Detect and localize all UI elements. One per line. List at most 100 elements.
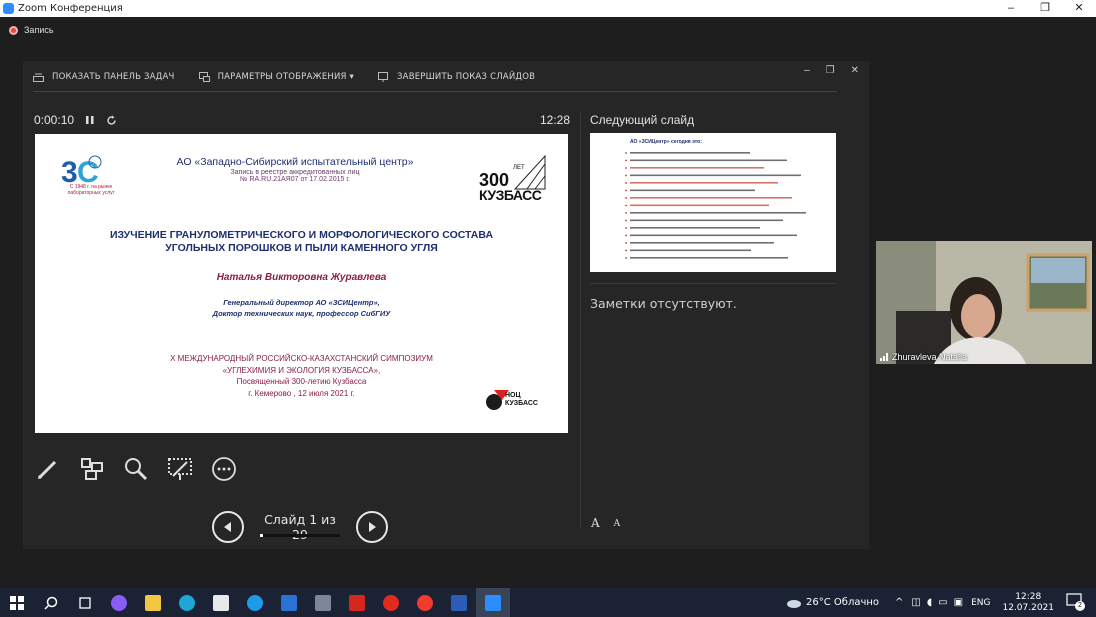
- next-slide-button[interactable]: [356, 511, 388, 543]
- next-arrow-icon: [369, 522, 376, 532]
- acrobat-icon: [349, 594, 365, 611]
- taskbar-word[interactable]: [442, 588, 476, 617]
- slide-org-block: АО «Западно-Сибирский испытательный цент…: [145, 156, 445, 183]
- next-slide-text-line: [630, 152, 750, 154]
- taskbar-app-1[interactable]: [102, 588, 136, 617]
- taskbar-zoom[interactable]: [476, 588, 510, 617]
- presenter-view: ПОКАЗАТЬ ПАНЕЛЬ ЗАДАЧ ПАРАМЕТРЫ ОТОБРАЖЕ…: [23, 61, 869, 549]
- recording-label: Запись: [24, 25, 54, 35]
- recording-indicator[interactable]: Запись: [9, 25, 54, 35]
- zoom-magnifier-icon[interactable]: [123, 456, 149, 482]
- more-options-icon[interactable]: [211, 456, 237, 482]
- window-controls: – ❐ ✕: [994, 0, 1096, 17]
- notification-count: 2: [1075, 600, 1085, 611]
- panel-divider: [580, 111, 581, 529]
- presenter-toolbar: ПОКАЗАТЬ ПАНЕЛЬ ЗАДАЧ ПАРАМЕТРЫ ОТОБРАЖЕ…: [33, 69, 535, 85]
- presenter-restore-button[interactable]: ❐: [826, 65, 835, 76]
- notifications-button[interactable]: 2: [1066, 592, 1090, 613]
- slide-counter: Слайд 1 из 29: [258, 512, 342, 542]
- next-slide-bullet: [625, 249, 627, 252]
- clock-area[interactable]: 12:28 12.07.2021: [1002, 592, 1054, 614]
- presenter-close-button[interactable]: ✕: [851, 65, 859, 76]
- current-clock: 12:28: [540, 113, 571, 127]
- show-taskbar-label: ПОКАЗАТЬ ПАНЕЛЬ ЗАДАЧ: [52, 72, 175, 82]
- decrease-font-button[interactable]: A: [614, 519, 621, 530]
- outlook-icon: [281, 594, 297, 611]
- taskbar-outlook[interactable]: [272, 588, 306, 617]
- next-slide-bullet: [625, 174, 627, 177]
- zsic-caption-line2: лабораторных услуг: [67, 190, 115, 196]
- show-taskbar-button[interactable]: ПОКАЗАТЬ ПАНЕЛЬ ЗАДАЧ: [33, 72, 175, 82]
- taskbar-acrobat[interactable]: [340, 588, 374, 617]
- taskbar-yandex[interactable]: [374, 588, 408, 617]
- tray-chevron-icon[interactable]: ^: [895, 597, 903, 608]
- windows-taskbar: 26°C Облачно ^ ◫ ◖ ▭ ▣ ENG 12:28 12.07.2…: [0, 588, 1096, 617]
- task-view-button[interactable]: [68, 588, 102, 617]
- next-slide-bullet: [625, 182, 627, 184]
- prev-arrow-icon: [224, 522, 231, 532]
- close-button[interactable]: ✕: [1062, 0, 1096, 17]
- presenter-minimize-button[interactable]: –: [804, 65, 810, 76]
- store-icon: [213, 594, 229, 611]
- end-slideshow-button[interactable]: ЗАВЕРШИТЬ ПОКАЗ СЛАЙДОВ: [378, 72, 535, 82]
- minimize-button[interactable]: –: [994, 0, 1028, 17]
- display-icon[interactable]: ▣: [954, 597, 963, 608]
- weather-text[interactable]: 26°C Облачно: [806, 597, 879, 608]
- windows-icon: [10, 595, 24, 610]
- next-slide-bullet: [625, 167, 627, 169]
- current-slide[interactable]: 3 C С 1948 г. на рынке лабораторных услу…: [35, 134, 568, 433]
- participant-video[interactable]: Zhuravleva Natalia: [876, 241, 1092, 364]
- next-slide-text-line: [630, 204, 769, 207]
- taskbar-app-2[interactable]: [306, 588, 340, 617]
- slide-symposium-line4: г. Кемерово , 12 июля 2021 г.: [248, 388, 355, 398]
- yandex-browser-icon: [417, 594, 433, 611]
- next-slide-text-line: [630, 257, 788, 259]
- see-all-slides-icon[interactable]: [79, 456, 105, 482]
- display-settings-label: ПАРАМЕТРЫ ОТОБРАЖЕНИЯ ▾: [217, 72, 355, 82]
- maximize-button[interactable]: ❐: [1028, 0, 1062, 17]
- pause-icon[interactable]: [86, 115, 94, 125]
- slide-position-line2: Доктор технических наук, профессор СибГИ…: [212, 309, 391, 318]
- taskbar-file-explorer[interactable]: [136, 588, 170, 617]
- previous-slide-button[interactable]: [212, 511, 244, 543]
- volume-icon[interactable]: ◖: [927, 597, 932, 608]
- kuzbass-300-logo: [513, 154, 546, 190]
- start-button[interactable]: [0, 588, 34, 617]
- display-settings-button[interactable]: ПАРАМЕТРЫ ОТОБРАЖЕНИЯ ▾: [198, 72, 355, 82]
- increase-font-button[interactable]: A: [591, 516, 600, 530]
- next-slide-text-line: [630, 242, 774, 244]
- taskbar-skype[interactable]: [238, 588, 272, 617]
- next-slide-bullet: [625, 234, 627, 237]
- battery-icon[interactable]: ▭: [938, 597, 947, 608]
- network-icon[interactable]: ◫: [911, 597, 920, 608]
- window-titlebar: Zoom Конференция – ❐ ✕: [0, 0, 1096, 17]
- participant-video-frame: [876, 241, 1092, 364]
- taskbar-store[interactable]: [204, 588, 238, 617]
- elapsed-time: 0:00:10: [34, 113, 75, 127]
- zoom-app-icon: [3, 3, 14, 14]
- notes-divider: [590, 283, 836, 284]
- taskbar-yandex-browser[interactable]: [408, 588, 442, 617]
- end-slideshow-label: ЗАВЕРШИТЬ ПОКАЗ СЛАЙДОВ: [397, 72, 536, 82]
- next-slide-text-line: [630, 197, 792, 199]
- next-slide-bullet: [625, 152, 627, 154]
- taskbar-apps: [0, 588, 510, 617]
- slide-position: Генеральный директор АО «ЗСИЦентр», Докт…: [35, 297, 568, 319]
- slide-progress-bar: [260, 534, 340, 537]
- next-slide-preview[interactable]: АО «ЗСИЦентр» сегодня это:: [590, 133, 836, 272]
- slide-title-line1: ИЗУЧЕНИЕ ГРАНУЛОМЕТРИЧЕСКОГО И МОРФОЛОГИ…: [109, 229, 494, 241]
- restart-timer-icon[interactable]: [106, 115, 117, 126]
- next-slide-text-line: [630, 167, 764, 169]
- search-button[interactable]: [34, 588, 68, 617]
- logo-300-sup: ЛЕТ: [513, 165, 525, 171]
- black-screen-icon[interactable]: [167, 456, 193, 482]
- participant-name: Zhuravleva Natalia: [892, 352, 968, 362]
- presenter-window-controls: – ❐ ✕: [804, 65, 859, 76]
- taskbar-edge[interactable]: [170, 588, 204, 617]
- next-slide-bullet: [625, 204, 627, 207]
- slide-symposium-line3: Посвященный 300-летию Кузбасса: [236, 377, 367, 386]
- taskbar-icon: [33, 73, 44, 82]
- language-indicator[interactable]: ENG: [971, 598, 990, 608]
- noc-text: НОЦ КУЗБАСС: [505, 392, 538, 408]
- pen-tool-icon[interactable]: [35, 456, 61, 482]
